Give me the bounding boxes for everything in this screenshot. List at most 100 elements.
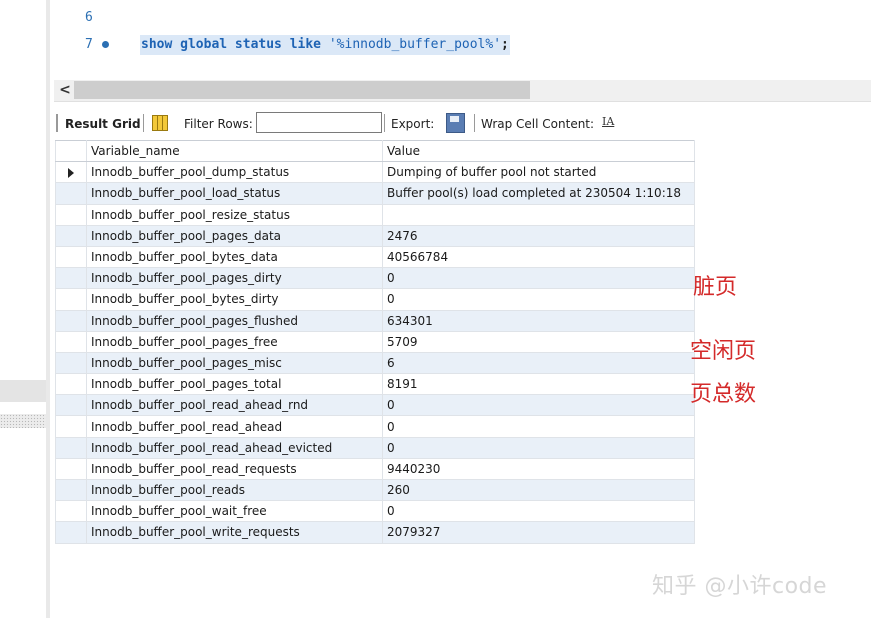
row-indicator[interactable] (55, 351, 87, 375)
cell-variable-name[interactable]: Innodb_buffer_pool_pages_flushed (86, 309, 383, 332)
result-toolbar: Result Grid Filter Rows: Export: Wrap Ce… (56, 110, 871, 138)
row-indicator[interactable] (55, 288, 87, 311)
cell-value[interactable]: 0 (382, 267, 695, 290)
row-indicator[interactable] (55, 161, 87, 184)
cell-value[interactable]: Dumping of buffer pool not started (382, 161, 695, 184)
export-save-icon[interactable] (446, 113, 465, 133)
annotation-free-pages: 空闲页 (690, 339, 757, 364)
cell-value[interactable]: 5709 (382, 330, 695, 353)
row-indicator[interactable] (55, 182, 87, 205)
table-row[interactable]: Innodb_buffer_pool_pages_free 5709 (55, 330, 695, 353)
grid-header-row: Variable_name Value (55, 139, 695, 163)
cell-value[interactable]: 0 (382, 288, 695, 311)
result-grid-tab[interactable]: Result Grid (65, 117, 141, 131)
toolbar-separator (143, 114, 144, 132)
cell-variable-name[interactable]: Innodb_buffer_pool_pages_free (86, 330, 383, 353)
wrap-cell-label: Wrap Cell Content: (481, 117, 595, 131)
cell-value[interactable]: 0 (382, 436, 695, 459)
cell-variable-name[interactable]: Innodb_buffer_pool_load_status (86, 182, 383, 205)
cell-value[interactable]: 260 (382, 478, 695, 502)
row-indicator[interactable] (55, 373, 87, 396)
cell-value[interactable]: 2476 (382, 224, 695, 247)
cell-value[interactable]: 8191 (382, 373, 695, 396)
row-indicator-header (55, 139, 87, 163)
cell-variable-name[interactable]: Innodb_buffer_pool_pages_total (86, 373, 383, 396)
cell-value[interactable]: 6 (382, 351, 695, 375)
toolbar-separator (474, 114, 475, 132)
table-row[interactable]: Innodb_buffer_pool_pages_flushed 634301 (55, 309, 695, 332)
cell-variable-name[interactable]: Innodb_buffer_pool_resize_status (86, 203, 383, 226)
cell-variable-name[interactable]: Innodb_buffer_pool_dump_status (86, 161, 383, 184)
table-row[interactable]: Innodb_buffer_pool_reads 260 (55, 478, 695, 502)
annotation-total-pages: 页总数 (690, 382, 757, 407)
cell-variable-name[interactable]: Innodb_buffer_pool_write_requests (86, 521, 383, 544)
table-row[interactable]: Innodb_buffer_pool_resize_status (55, 203, 695, 226)
sql-terminator: ; (501, 37, 509, 52)
cell-value[interactable]: 0 (382, 394, 695, 417)
cell-variable-name[interactable]: Innodb_buffer_pool_reads (86, 478, 383, 502)
row-indicator[interactable] (55, 457, 87, 481)
row-indicator[interactable] (55, 478, 87, 502)
table-row[interactable]: Innodb_buffer_pool_pages_misc 6 (55, 351, 695, 375)
cell-variable-name[interactable]: Innodb_buffer_pool_read_ahead_rnd (86, 394, 383, 417)
row-indicator[interactable] (55, 267, 87, 290)
table-row[interactable]: Innodb_buffer_pool_load_status Buffer poo… (55, 182, 695, 205)
statement-marker-icon (102, 41, 109, 48)
panel-splitter-handle[interactable] (0, 414, 46, 428)
table-row[interactable]: Innodb_buffer_pool_pages_data 2476 (55, 224, 695, 247)
filter-rows-input[interactable] (256, 112, 382, 133)
column-header-variable-name[interactable]: Variable_name (86, 139, 383, 163)
row-indicator[interactable] (55, 203, 87, 226)
table-row[interactable]: Innodb_buffer_pool_pages_dirty 0 (55, 267, 695, 290)
cell-variable-name[interactable]: Innodb_buffer_pool_pages_dirty (86, 267, 383, 290)
table-row[interactable]: Innodb_buffer_pool_read_ahead 0 (55, 415, 695, 438)
table-row[interactable]: Innodb_buffer_pool_bytes_data 40566784 (55, 245, 695, 269)
cell-variable-name[interactable]: Innodb_buffer_pool_read_ahead_evicted (86, 436, 383, 459)
cell-value[interactable]: 634301 (382, 309, 695, 332)
sql-statement[interactable]: show global status like '%innodb_buffer_… (140, 35, 510, 55)
current-row-arrow-icon (68, 167, 74, 178)
cell-value[interactable]: 0 (382, 500, 695, 523)
table-row[interactable]: Innodb_buffer_pool_read_ahead_rnd 0 (55, 394, 695, 417)
cell-value[interactable]: 40566784 (382, 245, 695, 269)
row-indicator[interactable] (55, 521, 87, 544)
row-indicator[interactable] (55, 415, 87, 438)
row-indicator[interactable] (55, 330, 87, 353)
cell-variable-name[interactable]: Innodb_buffer_pool_read_requests (86, 457, 383, 481)
table-row[interactable]: Innodb_buffer_pool_write_requests 2079327 (55, 521, 695, 544)
cell-value[interactable]: Buffer pool(s) load completed at 230504 … (382, 182, 695, 205)
table-row[interactable]: Innodb_buffer_pool_dump_status Dumping of… (55, 161, 695, 184)
panel-splitter[interactable] (0, 380, 46, 402)
table-row[interactable]: Innodb_buffer_pool_read_ahead_evicted 0 (55, 436, 695, 459)
table-row[interactable]: Innodb_buffer_pool_bytes_dirty 0 (55, 288, 695, 311)
grid-view-icon[interactable] (152, 115, 168, 131)
cell-variable-name[interactable]: Innodb_buffer_pool_bytes_data (86, 245, 383, 269)
filter-rows-label: Filter Rows: (184, 117, 253, 131)
cell-variable-name[interactable]: Innodb_buffer_pool_read_ahead (86, 415, 383, 438)
scroll-left-icon[interactable]: < (58, 80, 72, 101)
line-number: 6 (85, 10, 93, 25)
row-indicator[interactable] (55, 394, 87, 417)
table-row[interactable]: Innodb_buffer_pool_read_requests 9440230 (55, 457, 695, 481)
sql-editor[interactable]: 6 7 show global status like '%innodb_buf… (50, 0, 871, 74)
row-indicator[interactable] (55, 500, 87, 523)
table-row[interactable]: Innodb_buffer_pool_pages_total 8191 (55, 373, 695, 396)
horizontal-scrollbar[interactable]: < (54, 80, 871, 102)
row-indicator[interactable] (55, 436, 87, 459)
row-indicator[interactable] (55, 224, 87, 247)
cell-value[interactable]: 0 (382, 415, 695, 438)
row-indicator[interactable] (55, 309, 87, 332)
wrap-cell-icon[interactable]: IA (602, 115, 614, 128)
cell-variable-name[interactable]: Innodb_buffer_pool_wait_free (86, 500, 383, 523)
row-indicator[interactable] (55, 245, 87, 269)
cell-value[interactable]: 2079327 (382, 521, 695, 544)
cell-value[interactable] (382, 203, 695, 226)
cell-variable-name[interactable]: Innodb_buffer_pool_pages_misc (86, 351, 383, 375)
cell-variable-name[interactable]: Innodb_buffer_pool_pages_data (86, 224, 383, 247)
table-row[interactable]: Innodb_buffer_pool_wait_free 0 (55, 500, 695, 523)
result-grid[interactable]: Variable_name Value Innodb_buffer_pool_d… (55, 139, 695, 544)
scrollbar-thumb[interactable] (74, 81, 530, 99)
cell-value[interactable]: 9440230 (382, 457, 695, 481)
cell-variable-name[interactable]: Innodb_buffer_pool_bytes_dirty (86, 288, 383, 311)
column-header-value[interactable]: Value (382, 139, 695, 163)
